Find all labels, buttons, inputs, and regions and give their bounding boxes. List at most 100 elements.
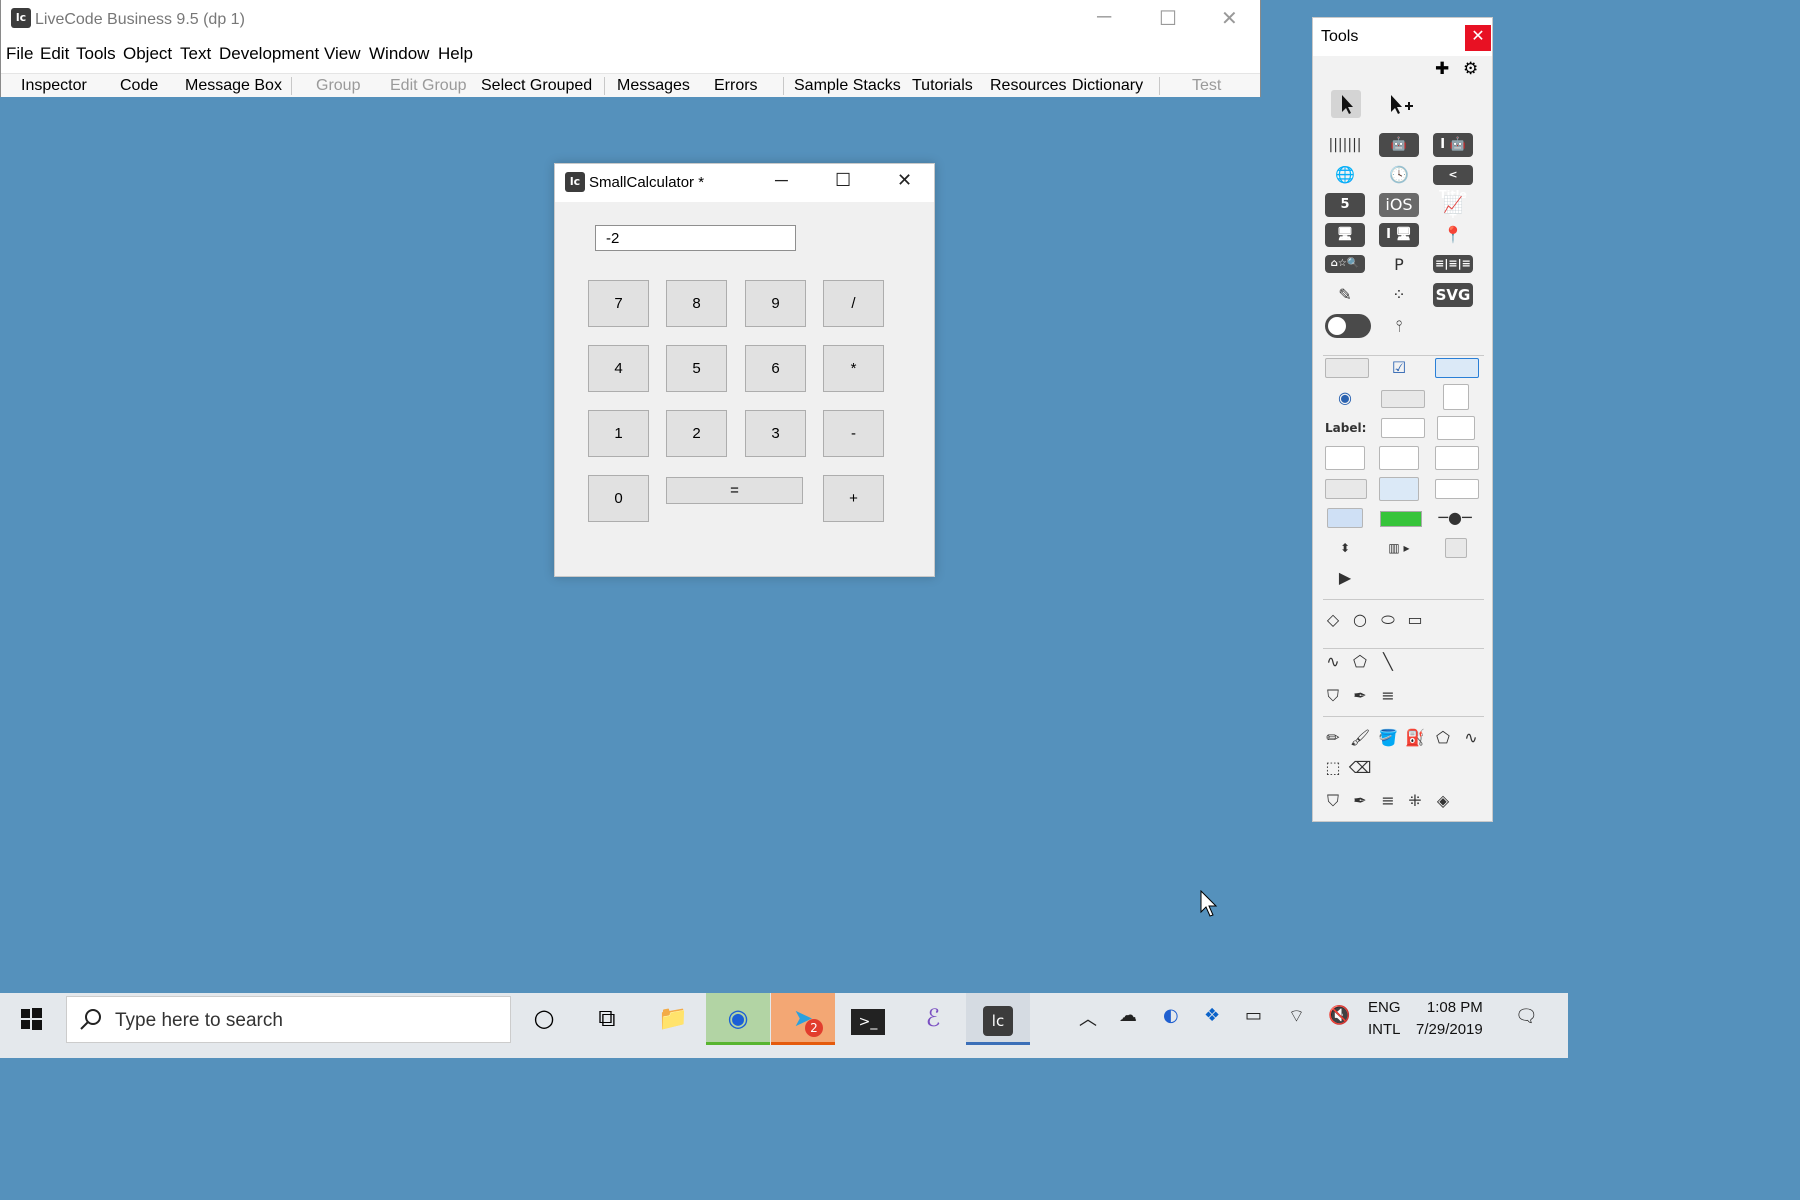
tree-view-widget-icon[interactable]: ⫯ bbox=[1379, 314, 1419, 338]
key-multiply[interactable]: * bbox=[823, 345, 884, 392]
progress-bar-tool-icon[interactable] bbox=[1380, 511, 1422, 527]
line-size-icon[interactable]: ≡ bbox=[1369, 684, 1407, 708]
menu-development[interactable]: Development bbox=[219, 44, 319, 64]
toolbar-select-grouped[interactable]: Select Grouped bbox=[481, 77, 592, 95]
key-4[interactable]: 4 bbox=[588, 345, 649, 392]
maximize-button[interactable]: ☐ bbox=[1159, 6, 1177, 31]
little-arrows-tool-icon[interactable]: ▥ ▸ bbox=[1379, 536, 1419, 560]
segmented-control-widget-icon[interactable]: ≡|≡|≡ bbox=[1433, 255, 1473, 273]
browser-widget-icon[interactable]: 🌐 bbox=[1325, 163, 1365, 187]
calculator-titlebar[interactable]: lc SmallCalculator * ─ ☐ ✕ bbox=[555, 164, 934, 202]
edit-pointer-tool-icon[interactable] bbox=[1385, 90, 1415, 118]
key-0[interactable]: 0 bbox=[588, 475, 649, 522]
rectangle-button-tool-icon[interactable] bbox=[1381, 390, 1425, 408]
onedrive-cloud-icon[interactable]: ☁ bbox=[1119, 1005, 1137, 1026]
menu-file[interactable]: File bbox=[6, 44, 33, 64]
tools-titlebar[interactable]: Tools ✕ bbox=[1313, 18, 1492, 56]
key-divide[interactable]: / bbox=[823, 280, 884, 327]
ios-widget-icon[interactable]: iOS bbox=[1379, 193, 1419, 217]
menu-view[interactable]: View bbox=[324, 44, 361, 64]
eraser-tool-icon[interactable]: ⌫ bbox=[1341, 756, 1379, 780]
taskbar-search-box[interactable]: Type here to search bbox=[66, 996, 511, 1043]
calculator-maximize-button[interactable]: ☐ bbox=[835, 170, 851, 191]
svg-icon-widget-icon[interactable]: SVG bbox=[1433, 283, 1473, 307]
calculator-minimize-button[interactable]: ─ bbox=[775, 170, 788, 191]
label-field-tool-icon[interactable]: Label: bbox=[1325, 416, 1366, 440]
switch-button-widget-icon[interactable] bbox=[1325, 314, 1371, 338]
calculator-display-field[interactable]: -2 bbox=[595, 225, 796, 251]
default-button-tool-icon[interactable] bbox=[1435, 358, 1479, 378]
push-button-tool-icon[interactable] bbox=[1325, 358, 1369, 378]
toolbar-message-box[interactable]: Message Box bbox=[185, 77, 282, 95]
show-hidden-icons-chevron-icon[interactable]: ︿ bbox=[1079, 1005, 1097, 1031]
scrolling-list-tool-icon[interactable] bbox=[1379, 446, 1419, 470]
toolbar-messages[interactable]: Messages bbox=[617, 77, 690, 95]
transparent-button-tool-icon[interactable] bbox=[1443, 384, 1469, 410]
toolbar-code[interactable]: Code bbox=[120, 77, 158, 95]
dropbox-icon[interactable]: ❖ bbox=[1204, 1005, 1220, 1026]
main-titlebar[interactable]: lc LiveCode Business 9.5 (dp 1) ─ ☐ ✕ bbox=[1, 0, 1260, 40]
popup-menu-tool-icon[interactable] bbox=[1325, 479, 1367, 499]
menu-text[interactable]: Text bbox=[180, 44, 211, 64]
battery-icon[interactable]: ▭ bbox=[1245, 1005, 1262, 1026]
paragraph-widget-icon[interactable]: P bbox=[1379, 253, 1419, 277]
menu-object[interactable]: Object bbox=[123, 44, 172, 64]
calculator-close-button[interactable]: ✕ bbox=[897, 170, 912, 191]
data-grid-tool-icon[interactable] bbox=[1435, 446, 1479, 470]
close-button[interactable]: ✕ bbox=[1221, 6, 1238, 31]
tray-app-icon[interactable]: ◐ bbox=[1163, 1005, 1179, 1026]
emacs-icon[interactable]: ℰ bbox=[901, 993, 965, 1045]
paint-curve-tool-icon[interactable]: ∿ bbox=[1452, 726, 1490, 750]
browse-tool-icon[interactable] bbox=[1331, 90, 1361, 118]
header-bar-widget-icon[interactable]: < Title + bbox=[1433, 165, 1473, 221]
action-center-notification-icon[interactable]: 🗨 bbox=[1515, 1006, 1538, 1027]
mac-button-widget-icon[interactable]: 🖥 bbox=[1325, 223, 1365, 247]
option-menu-tool-icon[interactable] bbox=[1379, 477, 1419, 501]
key-equals[interactable]: = bbox=[666, 477, 803, 504]
player-tool-icon[interactable]: ▶ bbox=[1325, 566, 1365, 590]
menu-tools[interactable]: Tools bbox=[76, 44, 116, 64]
livecode-taskbar-icon[interactable]: lc bbox=[966, 993, 1030, 1045]
input-language-indicator[interactable]: ENG INTL bbox=[1368, 997, 1401, 1041]
toolbar-sample-stacks[interactable]: Sample Stacks bbox=[794, 77, 901, 95]
mac-field-widget-icon[interactable]: I 🖥 bbox=[1379, 223, 1419, 247]
android-button-widget-icon[interactable]: 🤖 bbox=[1379, 133, 1419, 157]
taskbar-clock[interactable]: 1:08 PM 7/29/2019 bbox=[1416, 997, 1483, 1041]
toolbar-tutorials[interactable]: Tutorials bbox=[912, 77, 973, 95]
checkbox-tool-icon[interactable]: ☑ bbox=[1379, 356, 1419, 380]
key-subtract[interactable]: - bbox=[823, 410, 884, 457]
toolbar-errors[interactable]: Errors bbox=[714, 77, 758, 95]
key-2[interactable]: 2 bbox=[666, 410, 727, 457]
key-6[interactable]: 6 bbox=[745, 345, 806, 392]
settings-gear-icon[interactable]: ⚙ bbox=[1463, 59, 1478, 79]
spinner-widget-icon[interactable]: ⁘ bbox=[1379, 283, 1419, 307]
line-graph-widget-icon[interactable]: 📈 bbox=[1433, 193, 1473, 217]
key-9[interactable]: 9 bbox=[745, 280, 806, 327]
start-button[interactable] bbox=[0, 993, 62, 1048]
html5-widget-icon[interactable]: 5 bbox=[1325, 193, 1365, 217]
key-add[interactable]: + bbox=[823, 475, 884, 522]
clock-widget-icon[interactable]: 🕓 bbox=[1379, 163, 1419, 187]
toolbar-edit-group[interactable]: Edit Group bbox=[390, 77, 466, 95]
minimize-button[interactable]: ─ bbox=[1097, 6, 1111, 29]
android-field-widget-icon[interactable]: I 🤖 bbox=[1433, 133, 1473, 157]
rectangle-tool-icon[interactable]: ▭ bbox=[1396, 608, 1434, 632]
key-7[interactable]: 7 bbox=[588, 280, 649, 327]
toolbar-test[interactable]: Test bbox=[1192, 77, 1221, 95]
navigation-bar-widget-icon[interactable]: ⌂☆🔍 bbox=[1325, 255, 1365, 273]
table-field-tool-icon[interactable] bbox=[1325, 446, 1365, 470]
menu-edit[interactable]: Edit bbox=[40, 44, 69, 64]
key-1[interactable]: 1 bbox=[588, 410, 649, 457]
file-explorer-icon[interactable]: 📁 bbox=[641, 993, 705, 1045]
scrollbar-tool-icon[interactable]: ⬍ bbox=[1325, 536, 1365, 560]
radio-button-tool-icon[interactable]: ◉ bbox=[1325, 386, 1365, 410]
task-view-icon[interactable]: ⧉ bbox=[575, 993, 639, 1045]
pattern-icon[interactable]: ◈ bbox=[1424, 789, 1462, 813]
scrolling-field-tool-icon[interactable] bbox=[1437, 416, 1475, 440]
image-tool-icon[interactable] bbox=[1445, 538, 1467, 558]
combo-box-tool-icon[interactable] bbox=[1435, 479, 1479, 499]
key-5[interactable]: 5 bbox=[666, 345, 727, 392]
telegram-icon[interactable]: ➤ 2 bbox=[771, 993, 835, 1045]
text-entry-field-tool-icon[interactable] bbox=[1381, 418, 1425, 438]
map-pin-widget-icon[interactable]: 📍 bbox=[1433, 223, 1473, 247]
